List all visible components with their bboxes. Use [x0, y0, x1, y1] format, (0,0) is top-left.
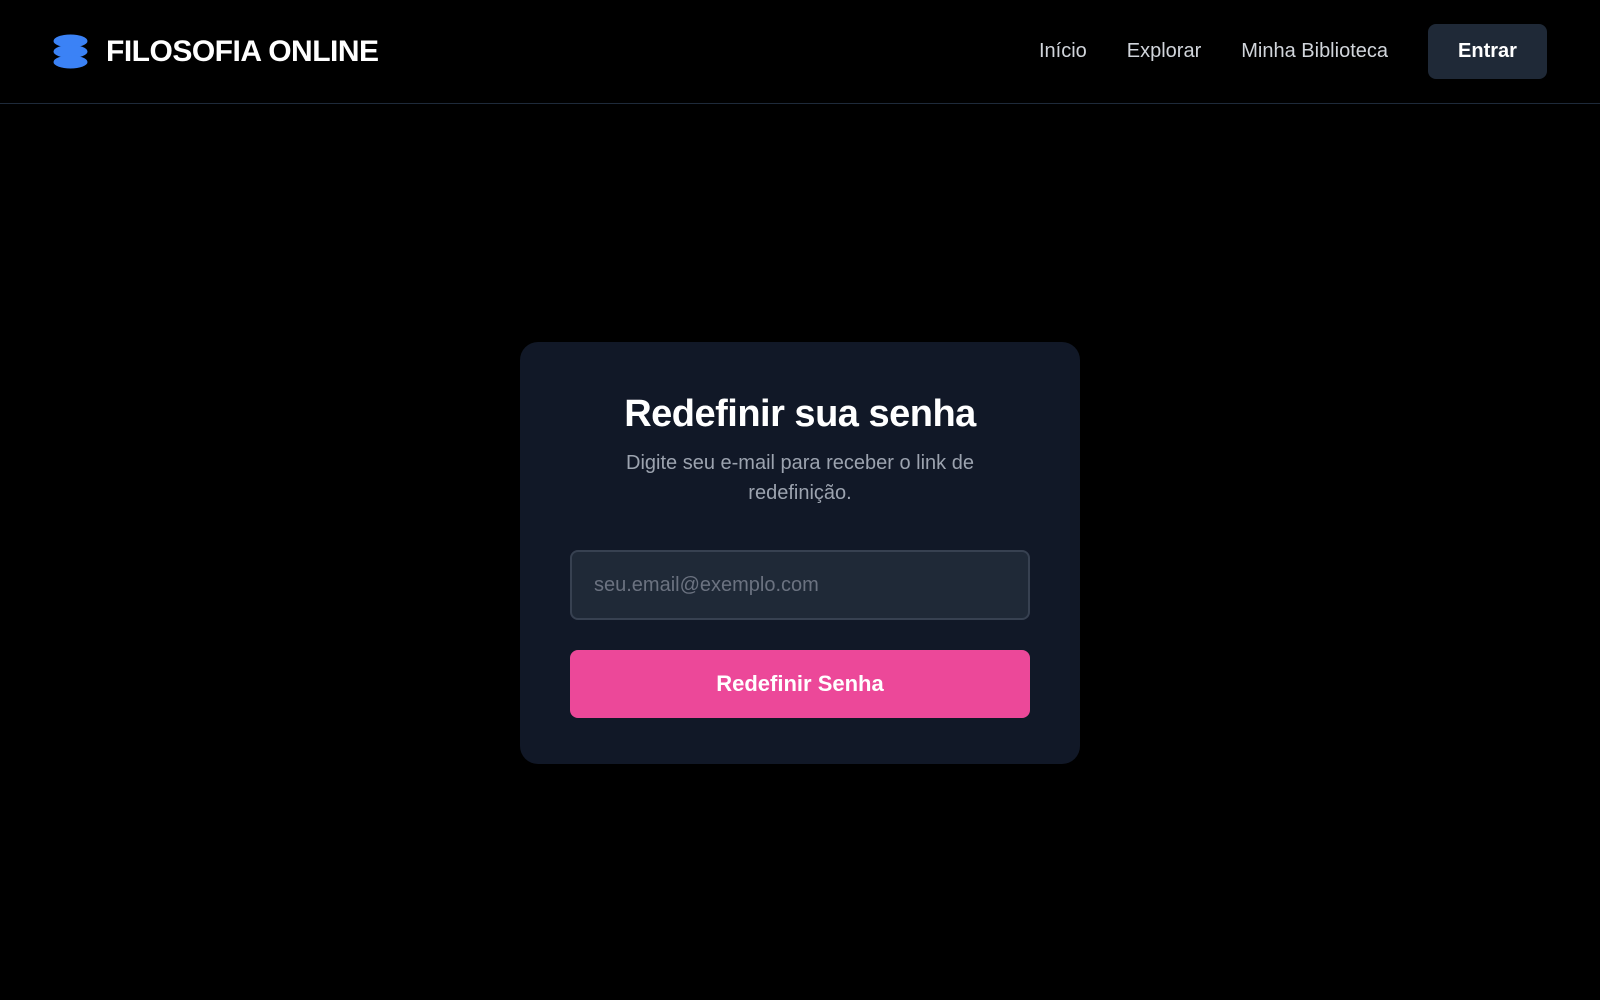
- brand-name: FILOSOFIA ONLINE: [106, 34, 379, 68]
- email-field[interactable]: [570, 550, 1030, 620]
- brand[interactable]: FILOSOFIA ONLINE: [53, 34, 379, 69]
- stacked-layers-icon: [53, 34, 88, 69]
- top-navbar: FILOSOFIA ONLINE Início Explorar Minha B…: [0, 0, 1600, 104]
- reset-password-card: Redefinir sua senha Digite seu e-mail pa…: [520, 342, 1080, 764]
- nav-link-inicio[interactable]: Início: [1039, 40, 1087, 63]
- page-subtitle: Digite seu e-mail para receber o link de…: [626, 452, 974, 504]
- login-button[interactable]: Entrar: [1428, 24, 1547, 79]
- reset-password-button[interactable]: Redefinir Senha: [570, 650, 1030, 718]
- page-title: Redefinir sua senha: [624, 393, 976, 435]
- nav-link-explorar[interactable]: Explorar: [1127, 40, 1201, 63]
- main-nav: Início Explorar Minha Biblioteca Entrar: [1039, 24, 1547, 79]
- nav-link-minha-biblioteca[interactable]: Minha Biblioteca: [1241, 40, 1388, 63]
